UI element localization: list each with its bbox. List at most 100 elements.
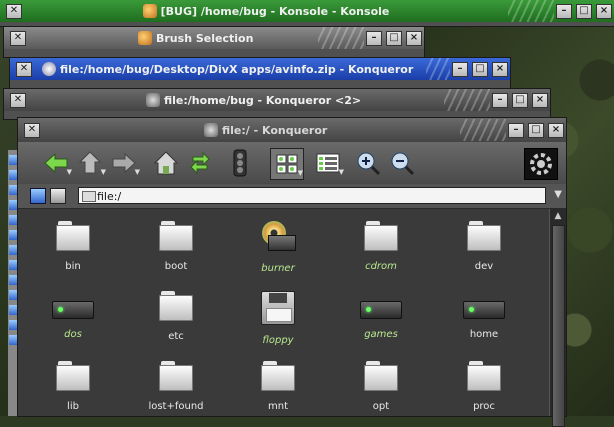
- file-label: proc: [473, 401, 495, 412]
- minimize-button[interactable]: –: [366, 30, 382, 46]
- file-item[interactable]: dos: [33, 291, 113, 340]
- zoom-in-button[interactable]: [352, 148, 384, 178]
- location-toolbar: file:/ ▼: [18, 184, 566, 209]
- hard-drive-icon: [360, 301, 402, 319]
- hard-drive-icon: [463, 301, 505, 319]
- file-item[interactable]: cdrom: [341, 221, 421, 272]
- file-icon-view[interactable]: bin boot burner cdrom dev dos etc floppy games ho…: [18, 209, 550, 416]
- kde-gear-icon: [530, 153, 552, 175]
- kde-throbber[interactable]: [524, 148, 558, 180]
- file-item[interactable]: games: [341, 291, 421, 340]
- window-title: Brush Selection: [156, 32, 254, 45]
- file-label: lost+found: [148, 401, 204, 412]
- close-button[interactable]: ✕: [6, 3, 22, 19]
- cd-burner-icon: [260, 221, 296, 253]
- file-item[interactable]: lost+found: [136, 361, 216, 412]
- konsole-titlebar[interactable]: ✕ [BUG] /home/bug - Konsole - Konsole – …: [0, 0, 614, 22]
- file-item[interactable]: bin: [33, 221, 113, 272]
- file-item[interactable]: dev: [444, 221, 524, 272]
- file-item[interactable]: mnt: [238, 361, 318, 412]
- reload-button[interactable]: [184, 148, 216, 178]
- file-item[interactable]: etc: [136, 291, 216, 342]
- forward-button[interactable]: ▼: [108, 148, 140, 178]
- minimize-button[interactable]: –: [492, 92, 508, 108]
- brush-selection-window[interactable]: ✕ Brush Selection – □ ×: [4, 27, 424, 57]
- close-button[interactable]: ×: [596, 3, 612, 19]
- konq2-titlebar[interactable]: ✕ file:/home/bug - Konqueror <2> – □ ×: [4, 89, 550, 111]
- traffic-light-icon: [233, 149, 247, 177]
- icon-view-button[interactable]: ▼: [270, 148, 304, 180]
- list-view-button[interactable]: ▼: [312, 148, 344, 178]
- file-item[interactable]: floppy: [238, 291, 318, 346]
- close-button[interactable]: ×: [532, 92, 548, 108]
- reload-icon: [190, 151, 210, 175]
- vertical-scrollbar[interactable]: ▲: [549, 209, 566, 427]
- file-label: boot: [164, 261, 188, 272]
- konsole-icon: [142, 4, 157, 18]
- clear-location-icon[interactable]: [30, 188, 46, 204]
- main-titlebar[interactable]: ✕ file:/ - Konqueror – □ ×: [18, 118, 566, 142]
- zoom-out-icon: [391, 152, 414, 175]
- scroll-up-icon[interactable]: ▲: [550, 209, 566, 223]
- file-label: etc: [168, 331, 184, 342]
- minimize-button[interactable]: –: [452, 61, 468, 77]
- scroll-thumb[interactable]: [552, 225, 565, 427]
- close-button[interactable]: ×: [548, 122, 564, 138]
- folder-icon: [159, 361, 193, 391]
- maximize-button[interactable]: □: [528, 122, 544, 138]
- folder-icon: [364, 221, 398, 251]
- file-label: home: [469, 329, 499, 340]
- zoom-out-button[interactable]: [386, 148, 418, 178]
- folder-icon: [159, 291, 193, 321]
- close-button[interactable]: ✕: [10, 30, 26, 46]
- close-button[interactable]: ×: [406, 30, 422, 46]
- avinfo-titlebar[interactable]: ✕ file:/home/bug/Desktop/DivX apps/avinf…: [10, 58, 510, 80]
- main-konqueror-window[interactable]: ✕ file:/ - Konqueror – □ × ▼ ▼ ▼ ▼ ▼ fil…: [18, 118, 566, 427]
- maximize-button[interactable]: □: [472, 61, 488, 77]
- file-label: floppy: [262, 335, 294, 346]
- file-item[interactable]: lib: [33, 361, 113, 412]
- brush-titlebar[interactable]: ✕ Brush Selection – □ ×: [4, 27, 424, 49]
- close-button[interactable]: ✕: [24, 122, 40, 138]
- folder-icon: [159, 221, 193, 251]
- minimize-button[interactable]: –: [508, 122, 524, 138]
- file-item[interactable]: proc: [444, 361, 524, 412]
- close-button[interactable]: ✕: [10, 92, 26, 108]
- file-label: mnt: [268, 401, 288, 412]
- maximize-button[interactable]: □: [576, 3, 592, 19]
- file-item[interactable]: burner: [238, 221, 318, 274]
- folder-icon: [364, 361, 398, 391]
- window-title: file:/ - Konqueror: [222, 124, 328, 137]
- folder-icon: [56, 361, 90, 391]
- konqueror-icon: [146, 93, 160, 107]
- window-title: [BUG] /home/bug - Konsole - Konsole: [160, 5, 390, 18]
- file-label: games: [364, 329, 398, 340]
- close-button[interactable]: ×: [492, 61, 508, 77]
- maximize-button[interactable]: □: [386, 30, 402, 46]
- konqueror-2-window[interactable]: ✕ file:/home/bug - Konqueror <2> – □ ×: [4, 89, 550, 119]
- file-label: cdrom: [365, 261, 397, 272]
- titlebar-stripes: [426, 58, 450, 80]
- gimp-icon: [138, 31, 152, 45]
- close-button[interactable]: ✕: [16, 61, 32, 77]
- stop-button[interactable]: [224, 148, 256, 178]
- konqueror-icon: [204, 123, 218, 137]
- icon-view-icon: [276, 154, 298, 174]
- file-item[interactable]: home: [444, 291, 524, 340]
- konsole-window[interactable]: ✕ [BUG] /home/bug - Konsole - Konsole – …: [0, 0, 614, 26]
- back-button[interactable]: ▼: [40, 148, 72, 178]
- dropdown-arrow-icon: ▼: [338, 168, 344, 176]
- location-input[interactable]: file:/: [78, 187, 546, 204]
- file-item[interactable]: opt: [341, 361, 421, 412]
- location-label-icon: [50, 188, 66, 204]
- home-button[interactable]: [150, 148, 182, 178]
- location-dropdown-icon[interactable]: ▼: [554, 189, 562, 200]
- titlebar-stripes: [508, 0, 554, 22]
- titlebar-stripes: [444, 89, 490, 111]
- file-item[interactable]: boot: [136, 221, 216, 272]
- maximize-button[interactable]: □: [512, 92, 528, 108]
- minimize-button[interactable]: –: [556, 3, 572, 19]
- avinfo-konqueror-window[interactable]: ✕ file:/home/bug/Desktop/DivX apps/avinf…: [10, 58, 510, 88]
- folder-icon: [82, 191, 96, 202]
- up-button[interactable]: ▼: [74, 148, 106, 178]
